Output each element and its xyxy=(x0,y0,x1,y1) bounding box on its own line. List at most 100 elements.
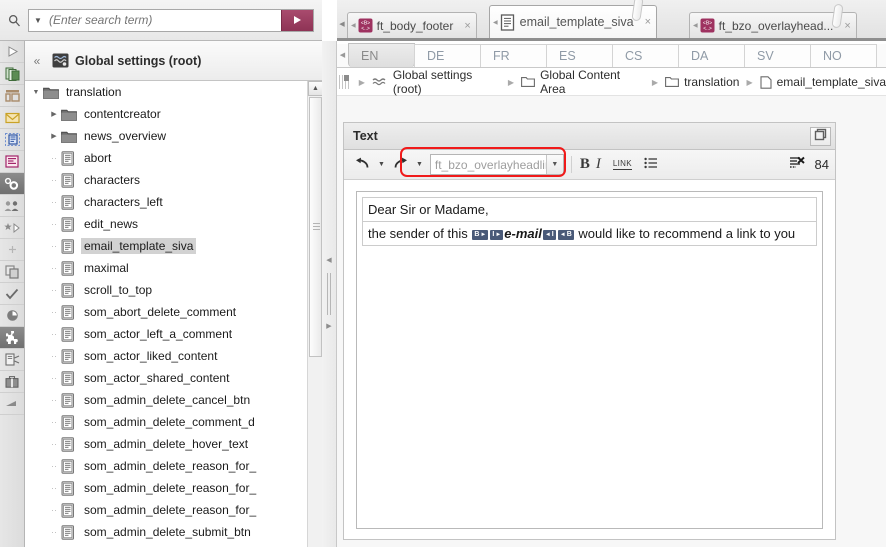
document-icon xyxy=(61,238,81,254)
tree-item-news-overview[interactable]: ▶ news_overview xyxy=(25,125,307,147)
tree-item-scroll-to-top[interactable]: ·· scroll_to_top xyxy=(25,279,307,301)
language-scroll-left-icon[interactable]: ◀ xyxy=(337,43,348,67)
remove-formatting-button[interactable] xyxy=(786,154,808,176)
triangle-right-icon[interactable]: ▶ xyxy=(47,132,61,140)
tab-ft-body-footer[interactable]: ◀ <B> <..> ft_body_footer × xyxy=(347,12,477,38)
tree-item-edit-news[interactable]: ·· edit_news xyxy=(25,213,307,235)
tab-close-button[interactable]: × xyxy=(461,20,473,32)
breadcrumb-drag-handle[interactable] xyxy=(339,75,349,89)
triangle-down-icon[interactable]: ▼ xyxy=(29,89,43,96)
rail-item-briefcase[interactable] xyxy=(0,371,24,393)
tree-item-som-abort-delete-comment[interactable]: ·· som_abort_delete_comment xyxy=(25,301,307,323)
bulleted-list-button[interactable] xyxy=(641,154,661,176)
rail-item-document-edit[interactable] xyxy=(0,349,24,371)
triangle-right-icon[interactable]: ▶ xyxy=(47,110,61,118)
link-button[interactable]: LINK xyxy=(610,154,635,176)
language-tab-de[interactable]: DE xyxy=(414,44,481,67)
document-icon xyxy=(61,172,81,188)
rail-item-checkmark[interactable] xyxy=(0,283,24,305)
chevron-down-icon[interactable]: ▼ xyxy=(545,155,563,174)
rail-item-duplicate[interactable] xyxy=(0,261,24,283)
undo-dropdown-icon[interactable]: ▼ xyxy=(373,161,390,168)
collapse-sidebar-button[interactable]: « xyxy=(25,54,49,68)
tab-ft-bzo-overlayhead[interactable]: ◀ <B> <..> ft_bzo_overlayhead... × xyxy=(689,3,857,38)
tree-item-contentcreator[interactable]: ▶ contentcreator xyxy=(25,103,307,125)
tree-item-som-actor-liked-content[interactable]: ·· som_actor_liked_content xyxy=(25,345,307,367)
language-tab-sv[interactable]: SV xyxy=(744,44,811,67)
tree-item-som-admin-delete-text-placeh[interactable]: ··som_admin_delete_text_placeh xyxy=(25,543,307,547)
tree-item-abort[interactable]: ·· abort xyxy=(25,147,307,169)
tree-item-som-actor-shared-content[interactable]: ·· som_actor_shared_content xyxy=(25,367,307,389)
tree-item-characters-left[interactable]: ·· characters_left xyxy=(25,191,307,213)
splitter-grip[interactable] xyxy=(326,273,332,315)
tree-guide-line: ·· xyxy=(51,263,57,273)
triangle-up-icon[interactable]: ▲ xyxy=(308,81,322,96)
rail-item-play-arrow[interactable] xyxy=(0,41,24,63)
style-select[interactable]: ft_bzo_overlayheadline ▼ xyxy=(429,154,564,175)
tree-item-som-actor-left-a-comment[interactable]: ·· som_actor_left_a_comment xyxy=(25,323,307,345)
rail-item-article-list[interactable] xyxy=(0,151,24,173)
rail-item-arrow-corner[interactable] xyxy=(0,393,24,415)
tree-item-label: characters xyxy=(84,173,141,187)
triangle-right-icon[interactable]: ▶ xyxy=(326,321,331,333)
remove-formatting-icon xyxy=(789,156,805,173)
tab-close-button[interactable]: × xyxy=(642,16,654,28)
tree-item-som-admin-delete-reason-for-[interactable]: ·· som_admin_delete_reason_for_ xyxy=(25,499,307,521)
language-tab-en[interactable]: EN xyxy=(348,43,415,67)
rail-item-envelope[interactable] xyxy=(0,107,24,129)
triangle-left-icon[interactable]: ◀ xyxy=(326,255,331,267)
restore-window-button[interactable] xyxy=(810,126,831,146)
rail-item-users-group[interactable] xyxy=(0,195,24,217)
rail-item-copy-pages[interactable] xyxy=(0,63,24,85)
editor-canvas[interactable]: Dear Sir or Madame, the sender of this B… xyxy=(356,191,823,529)
rail-item-puzzle-piece[interactable] xyxy=(0,327,24,349)
tree-item-som-admin-delete-cancel-btn[interactable]: ·· som_admin_delete_cancel_btn xyxy=(25,389,307,411)
language-tab-fr[interactable]: FR xyxy=(480,44,547,67)
tree-item-som-admin-delete-reason-for-[interactable]: ·· som_admin_delete_reason_for_ xyxy=(25,477,307,499)
tab-email-template-siva[interactable]: ◀ email_template_siva × xyxy=(489,0,658,38)
tree-item-som-admin-delete-comment-d[interactable]: ·· som_admin_delete_comment_d xyxy=(25,411,307,433)
tree-scrollbar-thumb[interactable] xyxy=(309,97,322,357)
language-tab-cs[interactable]: CS xyxy=(612,44,679,67)
redo-button[interactable] xyxy=(390,154,411,176)
tree-item-som-admin-delete-hover-text[interactable]: ·· som_admin_delete_hover_text xyxy=(25,433,307,455)
language-tab-no[interactable]: NO xyxy=(810,44,877,67)
redo-dropdown-icon[interactable]: ▼ xyxy=(411,161,428,168)
undo-button[interactable] xyxy=(352,154,373,176)
search-history-dropdown-icon[interactable]: ▼ xyxy=(29,10,47,31)
breadcrumb-item-email-template-siva[interactable]: email_template_siva xyxy=(760,75,886,89)
search-input[interactable] xyxy=(47,9,281,31)
breadcrumb-item-global-content-area[interactable]: Global Content Area xyxy=(521,68,645,96)
tree-item-translation[interactable]: ▼ translation xyxy=(25,81,307,103)
tree-item-label: som_abort_delete_comment xyxy=(84,305,237,319)
tree-item-maximal[interactable]: ·· maximal xyxy=(25,257,307,279)
tree-item-email-template-siva[interactable]: ·· email_template_siva xyxy=(25,235,307,257)
tab-scroll-left-icon[interactable]: ◀ xyxy=(337,14,347,34)
editor-paragraph-2[interactable]: the sender of this BIe-mailIB would like… xyxy=(362,221,817,246)
panel-splitter[interactable]: ◀ ▶ xyxy=(322,41,337,547)
search-submit-button[interactable] xyxy=(281,9,313,31)
document-icon xyxy=(61,216,81,232)
breadcrumb-item-global-settings-root[interactable]: Global settings (root) xyxy=(372,68,501,96)
language-tab-es[interactable]: ES xyxy=(546,44,613,67)
rail-item-plus-small[interactable] xyxy=(0,239,24,261)
rail-item-form-list[interactable] xyxy=(0,129,24,151)
tab-close-button[interactable]: × xyxy=(841,20,853,32)
editor-paragraph-1[interactable]: Dear Sir or Madame, xyxy=(362,197,817,222)
tree-item-som-admin-delete-submit-btn[interactable]: ·· som_admin_delete_submit_btn xyxy=(25,521,307,543)
tree-item-characters[interactable]: ·· characters xyxy=(25,169,307,191)
tree-item-som-admin-delete-reason-for-[interactable]: ·· som_admin_delete_reason_for_ xyxy=(25,455,307,477)
rail-item-table-layout[interactable] xyxy=(0,85,24,107)
bold-button[interactable]: B xyxy=(577,154,593,176)
restore-window-icon xyxy=(814,128,827,144)
rail-item-clock-history[interactable] xyxy=(0,305,24,327)
tree-scrollbar[interactable]: ▲ xyxy=(307,81,322,547)
language-tab-da[interactable]: DA xyxy=(678,44,745,67)
folder-icon xyxy=(61,108,81,121)
rail-item-bookmark-star[interactable] xyxy=(0,217,24,239)
tree-guide-line: ·· xyxy=(51,461,57,471)
rail-item-gear-settings[interactable] xyxy=(0,173,24,195)
breadcrumb-item-translation[interactable]: translation xyxy=(665,75,739,89)
italic-button[interactable]: I xyxy=(593,154,604,176)
document-icon xyxy=(61,260,81,276)
